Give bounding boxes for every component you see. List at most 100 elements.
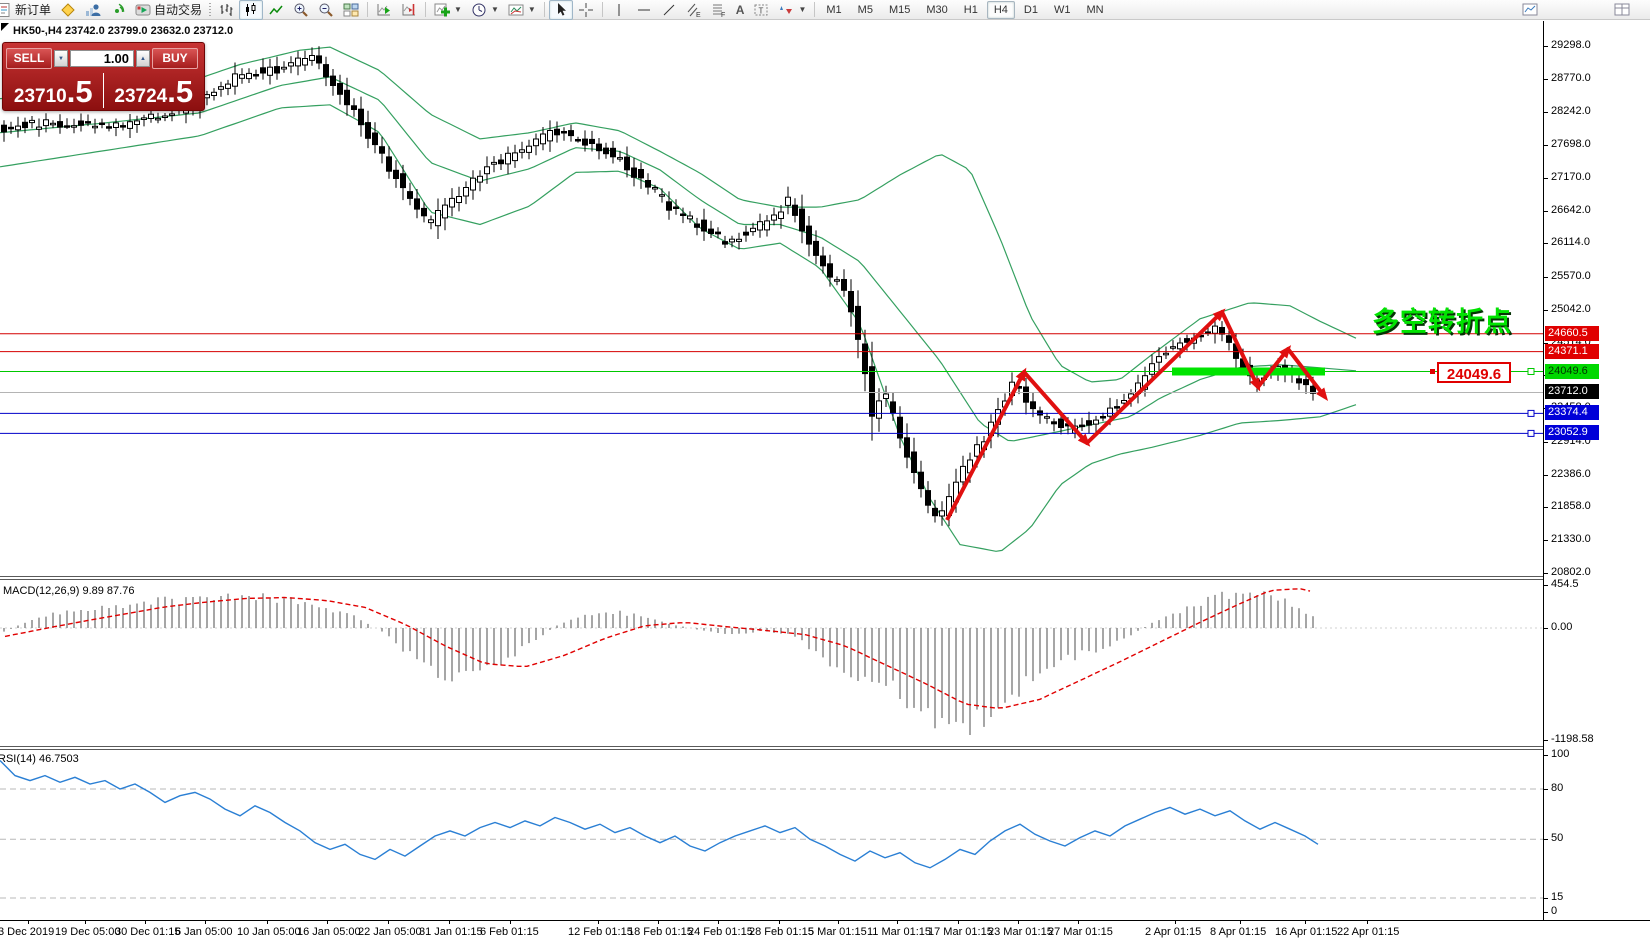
timeframe-w1[interactable]: W1	[1047, 1, 1078, 19]
line-handle[interactable]	[1528, 369, 1534, 375]
buy-price-main: 23724	[114, 86, 167, 107]
trendline-button[interactable]	[657, 0, 681, 20]
svg-text:E: E	[696, 12, 701, 18]
time-tick-label: 19 Dec 05:00	[55, 926, 120, 938]
time-tick-mark	[838, 920, 839, 924]
main-chart[interactable]	[0, 21, 1543, 576]
time-tick-mark	[267, 920, 268, 924]
fibonacci-button[interactable]: F	[707, 0, 731, 20]
time-tick-label: 8 Apr 01:15	[1210, 926, 1266, 938]
volume-increase-button[interactable]: ▲	[136, 50, 150, 67]
indicators-button[interactable]: ▼	[430, 0, 466, 20]
axis-tick-mark	[1544, 277, 1548, 278]
horizontal-line-button[interactable]	[632, 0, 656, 20]
diamond-icon	[60, 2, 76, 18]
trend-arrows[interactable]	[947, 309, 1328, 520]
bar-chart-button[interactable]	[214, 0, 238, 20]
one-click-trading-panel: SELL ▼ ▲ BUY 23710.5 23724.5	[2, 42, 205, 111]
time-tick-label: 24 Feb 01:15	[688, 926, 753, 938]
line-handle[interactable]	[1528, 410, 1534, 416]
volume-decrease-button[interactable]: ▼	[54, 50, 68, 67]
autotrading-label: 自动交易	[154, 1, 202, 18]
terminal-button[interactable]	[81, 0, 105, 20]
time-tick-mark	[28, 920, 29, 924]
time-tick-mark	[958, 920, 959, 924]
horizontal-line-icon	[636, 2, 652, 18]
bull-bear-turning-point-annotation[interactable]: 多空转折点	[1372, 300, 1512, 339]
axis-tick-mark	[1544, 540, 1548, 541]
templates-button[interactable]: ▼	[504, 0, 540, 20]
callout-handle[interactable]	[1430, 369, 1435, 374]
timeframe-h1[interactable]: H1	[957, 1, 985, 19]
time-tick-label: 2 Apr 01:15	[1145, 926, 1201, 938]
time-tick-mark	[1305, 920, 1306, 924]
price-callout-box[interactable]: 24049.6	[1437, 362, 1511, 383]
arrows-button[interactable]: ▼	[774, 0, 810, 20]
chart-shift-button[interactable]	[397, 0, 421, 20]
time-tick-mark	[145, 920, 146, 924]
template-icon	[508, 2, 524, 18]
new-order-label: 新订单	[15, 1, 51, 18]
timeframe-m1[interactable]: M1	[819, 1, 848, 19]
time-tick-mark	[388, 920, 389, 924]
timeframe-mn[interactable]: MN	[1079, 1, 1110, 19]
price-tick-label: 27698.0	[1551, 138, 1591, 150]
line-chart-icon	[268, 2, 284, 18]
chart-plot-area[interactable]	[0, 21, 1543, 920]
signal-button[interactable]	[106, 0, 130, 20]
time-tick-label: 22 Apr 01:15	[1337, 926, 1399, 938]
time-tick-mark	[85, 920, 86, 924]
rsi-axis-label: 0	[1551, 905, 1557, 917]
pane-separator[interactable]	[0, 576, 1543, 580]
buy-price-button[interactable]: 23724.5	[104, 77, 205, 108]
auto-scroll-button[interactable]	[372, 0, 396, 20]
price-tick-label: 25042.0	[1551, 303, 1591, 315]
macd-pane[interactable]	[0, 580, 1543, 746]
symbol-info: HK50-,H4 23742.0 23799.0 23632.0 23712.0	[13, 25, 233, 37]
new-order-button[interactable]: 新订单	[0, 0, 55, 20]
candlestick-chart-button[interactable]	[239, 0, 263, 20]
line-handle[interactable]	[1528, 430, 1534, 436]
timeframe-m15[interactable]: M15	[882, 1, 917, 19]
tile-windows-button[interactable]	[339, 0, 363, 20]
channel-button[interactable]: E	[682, 0, 706, 20]
price-tick-label: 26642.0	[1551, 204, 1591, 216]
text-label-icon: T	[753, 2, 769, 18]
timeframe-d1[interactable]: D1	[1017, 1, 1045, 19]
svg-text:F: F	[721, 12, 725, 18]
market-watch-button[interactable]	[56, 0, 80, 20]
depth-of-market-button[interactable]	[1522, 2, 1538, 21]
autotrading-button[interactable]: 自动交易	[131, 0, 206, 20]
buy-button[interactable]: BUY	[152, 48, 198, 69]
price-tick-label: 21858.0	[1551, 500, 1591, 512]
data-window-button[interactable]	[1614, 2, 1630, 21]
cursor-button[interactable]	[549, 0, 573, 20]
toolbar-grip	[209, 3, 211, 17]
sell-price-button[interactable]: 23710.5	[3, 77, 104, 108]
chart-window-icon	[1522, 2, 1538, 18]
sell-button[interactable]: SELL	[6, 48, 52, 69]
timeframe-h4[interactable]: H4	[987, 1, 1015, 19]
time-tick-label: 17 Mar 01:15	[928, 926, 993, 938]
toolbar-separator	[425, 2, 426, 17]
crosshair-button[interactable]	[574, 0, 598, 20]
time-tick-mark	[205, 920, 206, 924]
price-tick-label: 26114.0	[1551, 236, 1590, 248]
zoom-in-button[interactable]	[289, 0, 313, 20]
pane-separator[interactable]	[0, 746, 1543, 750]
text-label-button[interactable]: T	[749, 0, 773, 20]
volume-input[interactable]	[70, 50, 134, 67]
vertical-line-button[interactable]	[607, 0, 631, 20]
line-chart-button[interactable]	[264, 0, 288, 20]
timeframe-m5[interactable]: M5	[851, 1, 880, 19]
periods-button[interactable]: ▼	[467, 0, 503, 20]
price-badge: 23052.9	[1545, 425, 1599, 440]
price-tick-label: 25570.0	[1551, 270, 1591, 282]
price-axis[interactable]: 29298.028770.028242.027698.027170.026642…	[1543, 21, 1650, 920]
rsi-axis-label: 50	[1551, 832, 1563, 844]
timeframe-m30[interactable]: M30	[919, 1, 954, 19]
text-button[interactable]: A	[732, 0, 749, 20]
rsi-pane[interactable]	[0, 750, 1543, 920]
chart-shift-icon	[401, 2, 417, 18]
zoom-out-button[interactable]	[314, 0, 338, 20]
